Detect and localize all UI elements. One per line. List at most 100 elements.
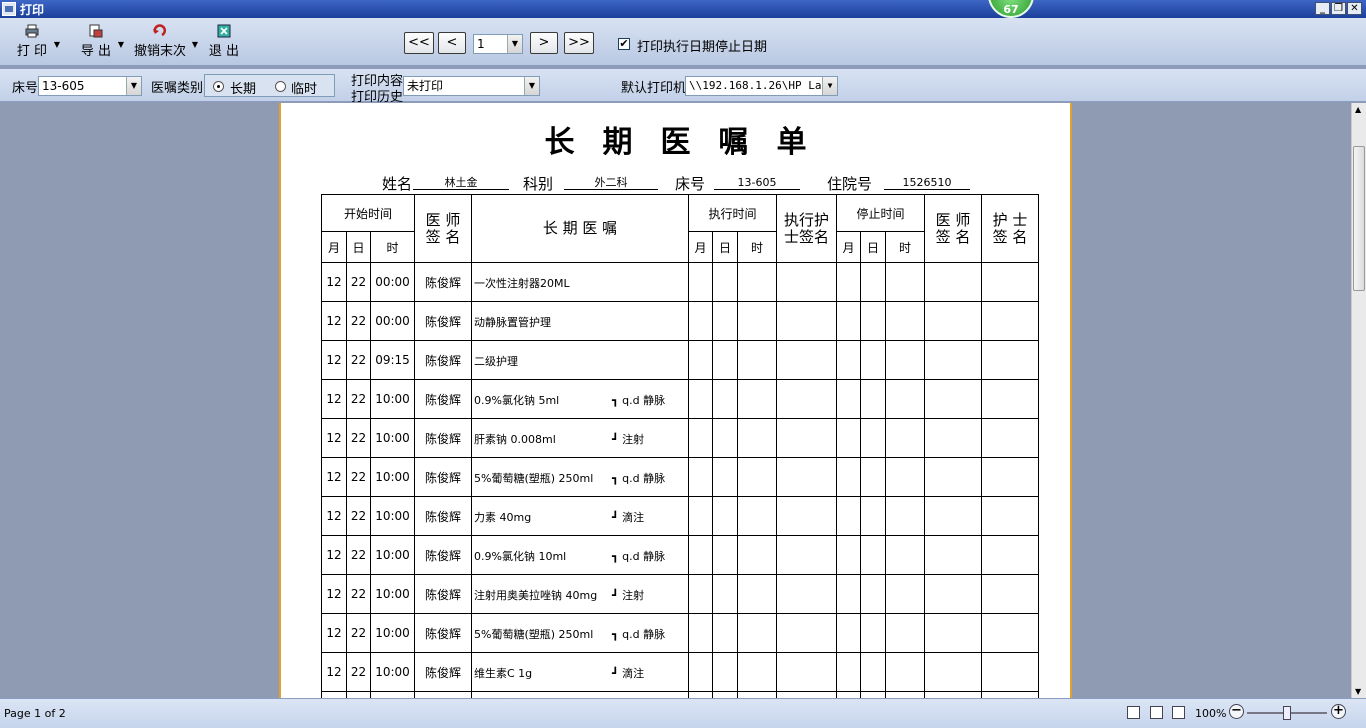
- empty-cell: [924, 418, 982, 458]
- order-time: 10:00: [370, 457, 415, 497]
- page-dropdown-icon[interactable]: ▼: [507, 35, 522, 53]
- bed-dropdown-icon[interactable]: ▼: [126, 77, 141, 95]
- order-content: 力素 40mg ┛ 滴注: [471, 496, 689, 536]
- order-time: 00:00: [370, 262, 415, 302]
- multi-page-view-icon[interactable]: [1127, 706, 1140, 719]
- empty-cell: [836, 574, 861, 614]
- order-row: 12 22 10:00 陈俊辉 肝素钠 0.008ml ┛ 注射: [321, 418, 1039, 458]
- empty-cell: [885, 379, 925, 419]
- order-month: 12: [321, 418, 347, 458]
- exit-icon: [217, 24, 231, 38]
- order-month: 12: [321, 301, 347, 341]
- order-doctor: 陈俊辉: [414, 535, 472, 575]
- empty-cell: [981, 535, 1039, 575]
- empty-cell: [712, 418, 738, 458]
- order-content: 注射用奥美拉唑钠 40mg ┛ 注射: [471, 574, 689, 614]
- print-button[interactable]: 打 印 ▼: [14, 22, 60, 62]
- empty-cell: [836, 535, 861, 575]
- print-dropdown-icon[interactable]: ▼: [54, 40, 60, 49]
- empty-cell: [924, 535, 982, 575]
- zoom-slider-knob[interactable]: [1283, 706, 1291, 720]
- empty-cell: [737, 340, 777, 380]
- start-month-header: 月: [321, 231, 347, 263]
- undo-dropdown-icon[interactable]: ▼: [192, 40, 198, 49]
- scroll-down-icon[interactable]: ▼: [1355, 687, 1361, 696]
- last-page-button[interactable]: >>: [564, 32, 594, 54]
- first-page-button[interactable]: <<: [404, 32, 434, 54]
- undo-icon: [153, 24, 166, 37]
- empty-cell: [885, 496, 925, 536]
- scroll-thumb[interactable]: [1353, 146, 1365, 291]
- toolbar: 打 印 ▼ 导 出 ▼ 撤销末次 ▼ 退 出 << < 1 ▼ > >> ✔ 打…: [0, 18, 1366, 66]
- start-hour-header: 时: [370, 231, 415, 263]
- print-preview-area[interactable]: 长期医嘱单 姓名 林土金 科别 外二科 床号 13-605 住院号 152651…: [0, 103, 1351, 698]
- empty-cell: [712, 496, 738, 536]
- empty-cell: [981, 574, 1039, 614]
- printer-select[interactable]: \\192.168.1.26\HP La ▼: [685, 76, 838, 96]
- score-badge: 67: [988, 0, 1034, 18]
- exit-button[interactable]: 退 出: [206, 22, 242, 62]
- order-time: 00:00: [370, 301, 415, 341]
- order-day: 22: [346, 574, 371, 614]
- empty-cell: [860, 613, 886, 653]
- empty-cell: [688, 379, 713, 419]
- minimize-button[interactable]: _: [1315, 2, 1330, 15]
- empty-cell: [688, 496, 713, 536]
- empty-cell: [776, 301, 837, 341]
- undo-last-button[interactable]: 撤销末次 ▼: [134, 22, 198, 62]
- print-content-select[interactable]: 未打印 ▼: [403, 76, 540, 96]
- printer-dropdown-icon[interactable]: ▼: [822, 77, 837, 95]
- single-page-view-icon[interactable]: [1150, 706, 1163, 719]
- page-number-input[interactable]: 1 ▼: [473, 34, 523, 54]
- close-button[interactable]: ✕: [1347, 2, 1362, 15]
- empty-cell: [885, 301, 925, 341]
- vertical-scrollbar[interactable]: ▲ ▼: [1351, 103, 1366, 698]
- scroll-up-icon[interactable]: ▲: [1355, 105, 1361, 114]
- exec-day-header: 日: [712, 231, 738, 263]
- empty-cell: [737, 301, 777, 341]
- zoom-in-button[interactable]: +: [1331, 704, 1346, 719]
- order-doctor: 陈俊辉: [414, 418, 472, 458]
- empty-cell: [836, 379, 861, 419]
- order-month: 12: [321, 574, 347, 614]
- order-type-temp-radio[interactable]: [275, 81, 286, 92]
- order-time: 10:00: [370, 379, 415, 419]
- order-content: 一次性注射器20ML: [471, 262, 689, 302]
- sheet-title: 长期医嘱单: [544, 125, 835, 160]
- title-bar: 打印 67 _ ❐ ✕: [0, 0, 1366, 18]
- empty-cell: [924, 457, 982, 497]
- empty-cell: [860, 535, 886, 575]
- next-page-button[interactable]: >: [530, 32, 558, 54]
- empty-cell: [776, 535, 837, 575]
- order-route: ┛ 滴注: [612, 667, 645, 680]
- export-icon: [89, 24, 103, 38]
- empty-cell: [836, 418, 861, 458]
- order-row: 12 22 10:00 陈俊辉 维生素C 1g ┛ 滴注: [321, 652, 1039, 692]
- empty-cell: [860, 301, 886, 341]
- prev-page-button[interactable]: <: [438, 32, 466, 54]
- order-text: 一次性注射器20ML: [474, 277, 570, 290]
- zoom-out-button[interactable]: −: [1229, 704, 1244, 719]
- empty-cell: [924, 613, 982, 653]
- order-content: 5%葡萄糖(塑瓶) 250ml ┓ q.d 静脉: [471, 457, 689, 497]
- export-button[interactable]: 导 出 ▼: [78, 22, 124, 62]
- restore-button[interactable]: ❐: [1331, 2, 1346, 15]
- empty-cell: [688, 340, 713, 380]
- zoom-slider[interactable]: [1247, 706, 1327, 720]
- export-dropdown-icon[interactable]: ▼: [118, 40, 124, 49]
- empty-cell: [737, 418, 777, 458]
- empty-cell: [981, 262, 1039, 302]
- continuous-view-icon[interactable]: [1172, 706, 1185, 719]
- app-icon: [2, 2, 16, 16]
- print-dates-checkbox[interactable]: ✔: [618, 38, 630, 50]
- order-doctor: 陈俊辉: [414, 574, 472, 614]
- empty-cell: [776, 574, 837, 614]
- empty-cell: [688, 301, 713, 341]
- order-route: ┛ 注射: [612, 433, 645, 446]
- empty-cell: [860, 652, 886, 692]
- stop-time-header: 停止时间: [836, 194, 925, 232]
- bed-select[interactable]: 13-605 ▼: [38, 76, 142, 96]
- order-route: ┛ 注射: [612, 589, 645, 602]
- order-type-long-radio[interactable]: [213, 81, 224, 92]
- print-content-dropdown-icon[interactable]: ▼: [524, 77, 539, 95]
